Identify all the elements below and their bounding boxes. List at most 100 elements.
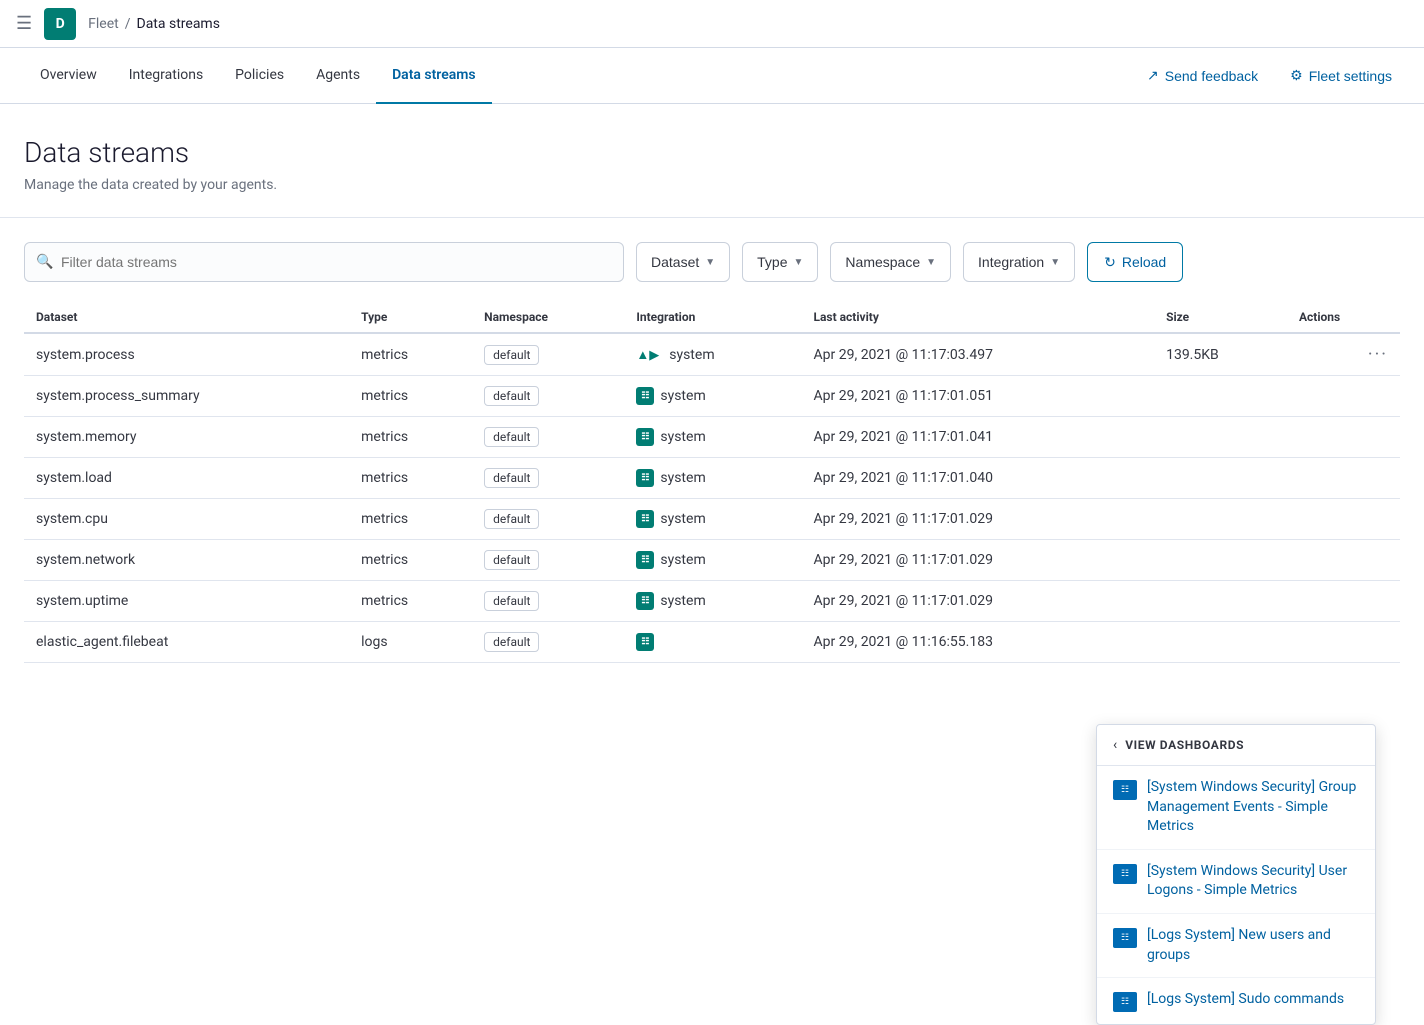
cell-namespace: default [472, 499, 624, 540]
col-size[interactable]: Size [1154, 302, 1287, 333]
cell-actions [1287, 540, 1400, 581]
integration-filter-button[interactable]: Integration ▼ [963, 242, 1075, 282]
cell-type: metrics [349, 458, 472, 499]
cell-namespace: default [472, 540, 624, 581]
table-row: system.uptimemetricsdefault☷systemApr 29… [24, 581, 1400, 622]
cell-namespace: default [472, 333, 624, 376]
cell-actions [1287, 458, 1400, 499]
cell-last-activity: Apr 29, 2021 @ 11:17:01.029 [802, 581, 1155, 622]
cell-type: metrics [349, 376, 472, 417]
data-table: Dataset Type Namespace Integration Last … [24, 302, 1400, 663]
hamburger-icon[interactable]: ☰ [16, 13, 32, 34]
dropdown-item[interactable]: ☷[Logs System] Sudo commands [1097, 978, 1375, 1024]
cell-type: metrics [349, 499, 472, 540]
cell-namespace: default [472, 376, 624, 417]
col-last-activity[interactable]: Last activity [802, 302, 1155, 333]
cell-last-activity: Apr 29, 2021 @ 11:17:01.040 [802, 458, 1155, 499]
cell-last-activity: Apr 29, 2021 @ 11:17:03.497 [802, 333, 1155, 376]
dataset-filter-button[interactable]: Dataset ▼ [636, 242, 730, 282]
integration-chevron-icon: ▼ [1050, 257, 1060, 268]
cell-size [1154, 458, 1287, 499]
table-row: elastic_agent.filebeatlogsdefault☷Apr 29… [24, 622, 1400, 663]
type-filter-button[interactable]: Type ▼ [742, 242, 818, 282]
col-actions: Actions [1287, 302, 1400, 333]
cell-namespace: default [472, 458, 624, 499]
cell-dataset: system.uptime [24, 581, 349, 622]
integration-label: Integration [978, 254, 1044, 270]
col-type[interactable]: Type [349, 302, 472, 333]
col-namespace[interactable]: Namespace [472, 302, 624, 333]
col-dataset[interactable]: Dataset [24, 302, 349, 333]
cell-actions: ··· [1287, 333, 1400, 376]
dataset-chevron-icon: ▼ [705, 257, 715, 268]
cell-last-activity: Apr 29, 2021 @ 11:17:01.041 [802, 417, 1155, 458]
cell-integration: ☷system [624, 499, 801, 540]
dashboard-icon: ☷ [1113, 928, 1137, 948]
cell-dataset: system.network [24, 540, 349, 581]
cell-type: metrics [349, 540, 472, 581]
nav-tabs: Overview Integrations Policies Agents Da… [0, 48, 1424, 104]
dropdown-item-label: [Logs System] New users and groups [1147, 926, 1359, 965]
dashboard-icon: ☷ [1113, 992, 1137, 1012]
cell-integration: ☷system [624, 417, 801, 458]
table-row: system.networkmetricsdefault☷systemApr 2… [24, 540, 1400, 581]
dropdown-back-icon[interactable]: ‹ [1113, 737, 1117, 753]
table-row: system.cpumetricsdefault☷systemApr 29, 2… [24, 499, 1400, 540]
external-link-icon: ↗ [1147, 67, 1159, 84]
table-row: system.process_summarymetricsdefault☷sys… [24, 376, 1400, 417]
table-header: Dataset Type Namespace Integration Last … [24, 302, 1400, 333]
gear-icon: ⚙ [1290, 67, 1303, 84]
dropdown-header-title: VIEW DASHBOARDS [1125, 738, 1244, 752]
namespace-filter-button[interactable]: Namespace ▼ [830, 242, 951, 282]
search-input[interactable] [24, 242, 624, 282]
table-row: system.memorymetricsdefault☷systemApr 29… [24, 417, 1400, 458]
grid-icon: ☷ [636, 592, 654, 610]
dropdown-item-label: [System Windows Security] Group Manageme… [1147, 778, 1359, 837]
tab-policies[interactable]: Policies [219, 48, 300, 104]
reload-label: Reload [1122, 254, 1166, 270]
tab-agents[interactable]: Agents [300, 48, 376, 104]
breadcrumb-fleet[interactable]: Fleet [88, 16, 119, 32]
grid-icon: ☷ [636, 428, 654, 446]
cell-last-activity: Apr 29, 2021 @ 11:17:01.029 [802, 499, 1155, 540]
cell-type: metrics [349, 581, 472, 622]
dropdown-item[interactable]: ☷[System Windows Security] User Logons -… [1097, 850, 1375, 914]
cell-integration: ☷system [624, 458, 801, 499]
reload-icon: ↻ [1104, 254, 1116, 271]
col-integration[interactable]: Integration [624, 302, 801, 333]
tab-overview[interactable]: Overview [24, 48, 113, 104]
cell-namespace: default [472, 581, 624, 622]
namespace-label: Namespace [845, 254, 920, 270]
breadcrumb: Fleet / Data streams [88, 16, 220, 32]
cell-integration: ▲▶system [624, 333, 801, 376]
cell-integration: ☷system [624, 581, 801, 622]
cell-size [1154, 499, 1287, 540]
grid-icon: ☷ [636, 633, 654, 651]
reload-button[interactable]: ↻ Reload [1087, 242, 1183, 282]
table-wrapper: Dataset Type Namespace Integration Last … [24, 302, 1400, 663]
cell-actions [1287, 499, 1400, 540]
dropdown-item[interactable]: ☷ [Logs System] New users and groups [1097, 914, 1375, 978]
cell-dataset: system.cpu [24, 499, 349, 540]
breadcrumb-current: Data streams [137, 16, 220, 32]
cell-integration: ☷system [624, 540, 801, 581]
cell-size: 139.5KB [1154, 333, 1287, 376]
page-header: Data streams Manage the data created by … [0, 104, 1424, 218]
topbar: ☰ D Fleet / Data streams [0, 0, 1424, 48]
cell-dataset: system.process [24, 333, 349, 376]
cell-dataset: system.process_summary [24, 376, 349, 417]
table-body: system.processmetricsdefault▲▶systemApr … [24, 333, 1400, 663]
tab-data-streams[interactable]: Data streams [376, 48, 492, 104]
nav-tabs-left: Overview Integrations Policies Agents Da… [24, 48, 1139, 104]
fleet-settings-button[interactable]: ⚙ Fleet settings [1282, 61, 1400, 90]
cell-last-activity: Apr 29, 2021 @ 11:17:01.051 [802, 376, 1155, 417]
dashboard-icon: ☷ [1113, 864, 1137, 884]
cell-type: logs [349, 622, 472, 663]
dropdown-item[interactable]: ☷[System Windows Security] Group Managem… [1097, 766, 1375, 850]
tab-integrations[interactable]: Integrations [113, 48, 219, 104]
cell-last-activity: Apr 29, 2021 @ 11:17:01.029 [802, 540, 1155, 581]
send-feedback-button[interactable]: ↗ Send feedback [1139, 61, 1266, 90]
actions-menu-button[interactable]: ··· [1368, 344, 1388, 365]
table-row: system.loadmetricsdefault☷systemApr 29, … [24, 458, 1400, 499]
dataset-label: Dataset [651, 254, 699, 270]
